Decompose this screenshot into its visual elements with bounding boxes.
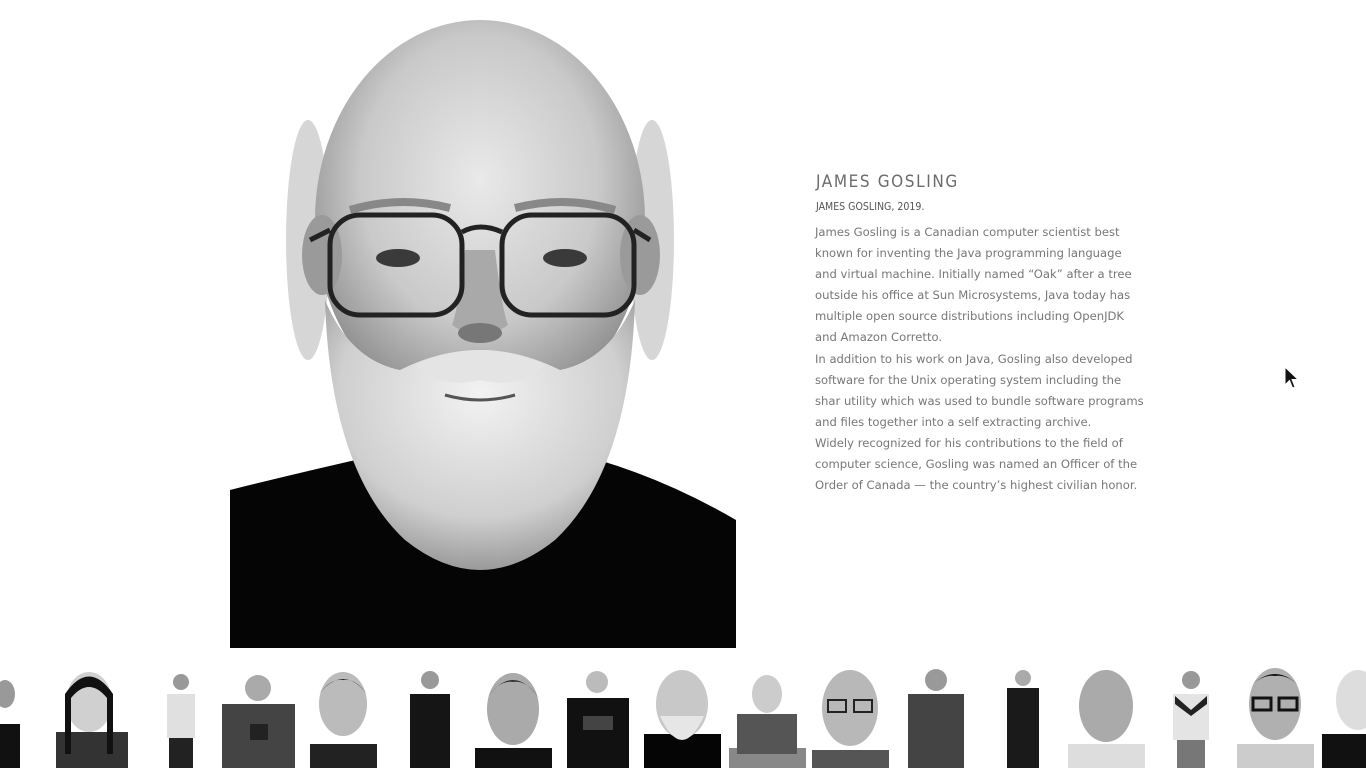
thumbnail[interactable]: [475, 664, 552, 768]
bio-paragraph: James Gosling is a Canadian computer sci…: [815, 225, 1132, 345]
thumbnail[interactable]: [51, 664, 128, 768]
thumbnail[interactable]: [985, 664, 1062, 768]
thumbnail[interactable]: [729, 664, 806, 768]
thumbnail[interactable]: [1237, 664, 1314, 768]
thumbnail[interactable]: [1153, 664, 1230, 768]
thumbnail-strip: [0, 664, 1366, 768]
thumbnail[interactable]: [142, 664, 219, 768]
thumbnail[interactable]: [305, 664, 382, 768]
thumbnail[interactable]: [559, 664, 636, 768]
person-name: JAMES GOSLING: [816, 172, 959, 192]
thumbnail[interactable]: [644, 664, 721, 768]
portrait-photo: [230, 0, 736, 648]
thumbnail[interactable]: [220, 664, 297, 768]
thumbnail[interactable]: [392, 664, 469, 768]
thumbnail[interactable]: [0, 664, 27, 768]
thumbnail[interactable]: [898, 664, 975, 768]
bio-paragraph: In addition to his work on Java, Gosling…: [815, 351, 1144, 429]
thumbnail[interactable]: [1322, 664, 1366, 768]
photo-caption: JAMES GOSLING, 2019.: [816, 201, 925, 213]
bio-text: James Gosling is a Canadian computer sci…: [815, 222, 1145, 496]
thumbnail[interactable]: [812, 664, 889, 768]
thumbnail[interactable]: [1068, 664, 1145, 768]
bio-panel: JAMES GOSLING JAMES GOSLING, 2019. James…: [815, 172, 1145, 496]
mouse-cursor-icon: [1284, 366, 1300, 389]
bio-paragraph: Widely recognized for his contributions …: [815, 435, 1138, 493]
